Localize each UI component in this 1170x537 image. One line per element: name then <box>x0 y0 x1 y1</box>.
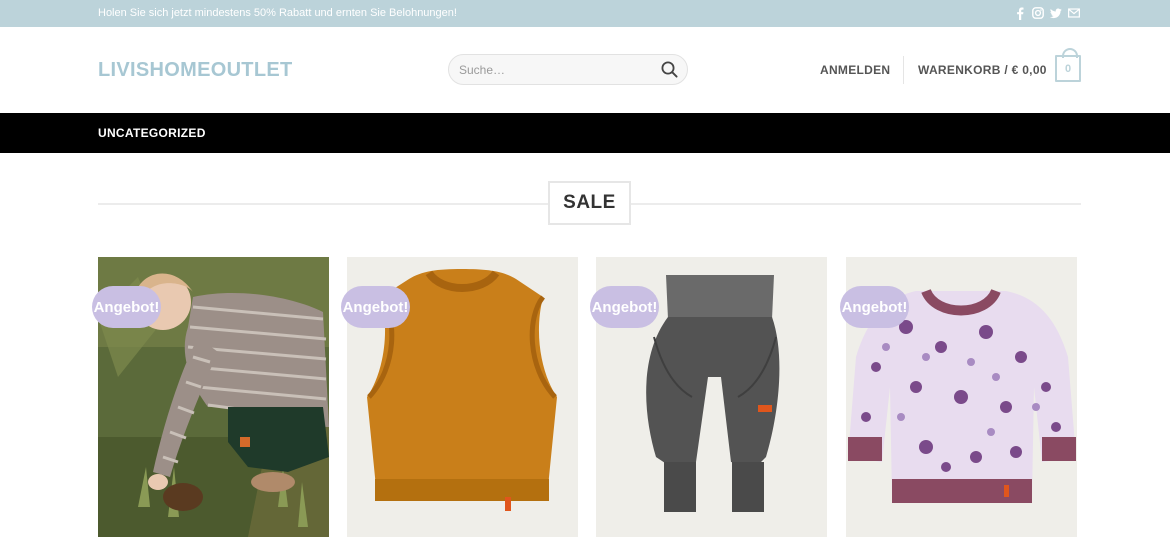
section-title-text: SALE <box>563 192 616 213</box>
promo-text: Holen Sie sich jetzt mindestens 50% Raba… <box>98 7 457 19</box>
cart-icon[interactable]: 0 <box>1055 48 1081 82</box>
sale-badge: Angebot! <box>92 286 161 328</box>
facebook-icon[interactable] <box>1014 6 1026 20</box>
login-link[interactable]: ANMELDEN <box>820 63 890 77</box>
email-icon[interactable] <box>1068 6 1080 20</box>
social-links <box>1014 6 1080 20</box>
twitter-icon[interactable] <box>1050 6 1062 20</box>
section-title: SALE <box>548 181 631 225</box>
cart-count: 0 <box>1064 62 1072 75</box>
instagram-icon[interactable] <box>1032 6 1044 20</box>
search-input[interactable]: Suche… <box>448 54 688 85</box>
search-icon[interactable] <box>661 61 678 83</box>
divider-line-left <box>98 203 548 205</box>
sale-badge: Angebot! <box>341 286 410 328</box>
sale-badge: Angebot! <box>590 286 659 328</box>
cart-link[interactable]: WARENKORB / € 0,00 <box>918 63 1047 77</box>
header-divider <box>903 56 904 84</box>
nav-item-uncategorized[interactable]: UNCATEGORIZED <box>98 126 206 140</box>
site-logo[interactable]: LIVISHOMEOUTLET <box>98 59 293 82</box>
sale-badge: Angebot! <box>840 286 909 328</box>
search-placeholder: Suche… <box>459 63 506 77</box>
site-header: LIVISHOMEOUTLET Suche… ANMELDEN WARENKOR… <box>0 27 1170 113</box>
main-nav: UNCATEGORIZED <box>0 113 1170 153</box>
top-bar: Holen Sie sich jetzt mindestens 50% Raba… <box>0 0 1170 27</box>
divider-line-right <box>631 203 1081 205</box>
